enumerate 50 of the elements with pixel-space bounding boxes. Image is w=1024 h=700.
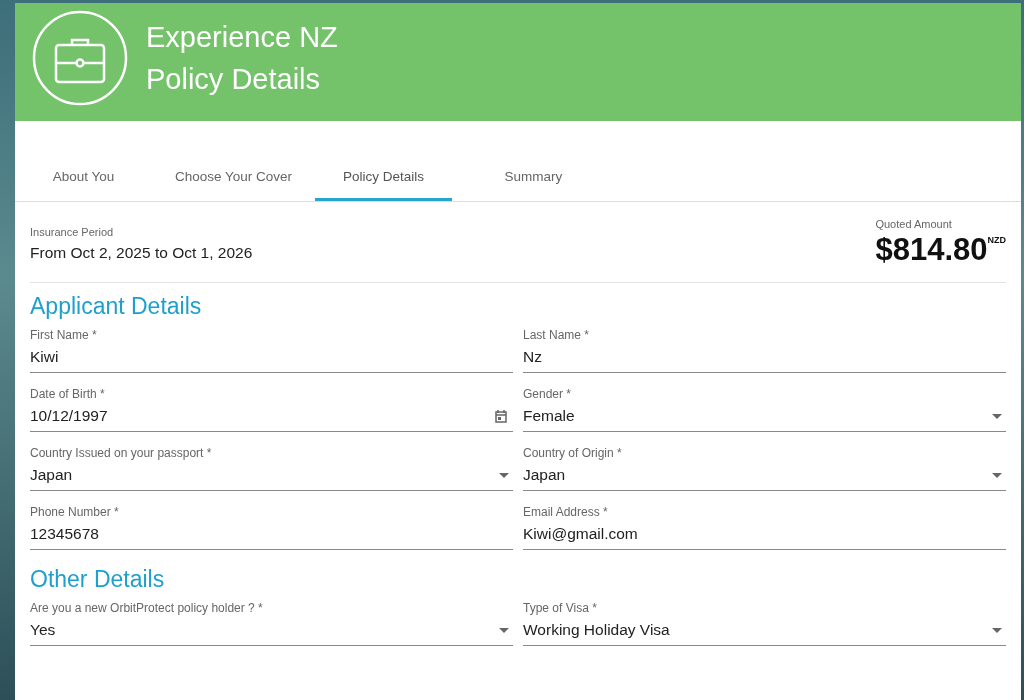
field-value: Kiwi@gmail.com (523, 525, 638, 543)
select-field[interactable]: Type of Visa * Working Holiday Visa (523, 601, 1006, 646)
briefcase-icon (32, 10, 128, 106)
section-heading: Applicant Details (30, 292, 203, 321)
field-label: Are you a new OrbitProtect policy holder ? * (30, 601, 264, 615)
field-value: Nz (523, 348, 542, 366)
field-label: Date of Birth * (30, 387, 106, 401)
field-label: Gender * (523, 387, 573, 401)
select-field[interactable]: Gender * Female (523, 387, 1006, 432)
field-label: Country Issued on your passport * (30, 446, 213, 460)
select-field[interactable]: Country of Origin * Japan (523, 446, 1006, 491)
field-label: Email Address * (523, 505, 609, 519)
date-field[interactable]: Date of Birth * 10/12/1997 (30, 387, 513, 432)
period-value: From Oct 2, 2025 to Oct 1, 2026 (30, 244, 253, 262)
currency-label: NZD (987, 235, 1006, 245)
quoted-amount: $814.80 (875, 232, 988, 268)
field-value: Working Holiday Visa (523, 621, 670, 639)
input-field[interactable]: Last Name * Nz (523, 328, 1006, 373)
field-value: 10/12/1997 (30, 407, 108, 425)
step-tab[interactable]: Policy Details (315, 155, 452, 201)
section-heading: Other Details (30, 565, 166, 594)
step-tab[interactable]: Choose Your Cover (165, 155, 302, 201)
input-field[interactable]: Phone Number * 12345678 (30, 505, 513, 550)
quote-label: Quoted Amount (875, 218, 953, 230)
page-title: Policy Details (146, 62, 322, 97)
field-label: Phone Number * (30, 505, 120, 519)
field-value: Yes (30, 621, 56, 639)
page-title: Experience NZ (146, 20, 338, 55)
field-value: Female (523, 407, 575, 425)
period-label: Insurance Period (30, 226, 115, 238)
field-value: 12345678 (30, 525, 99, 543)
select-field[interactable]: Are you a new OrbitProtect policy holder ? * Yes (30, 601, 513, 646)
field-label: First Name * (30, 328, 98, 342)
field-value: Kiwi (30, 348, 59, 366)
caret-icon (499, 472, 509, 478)
caret-icon (992, 472, 1002, 478)
calendar-icon (495, 409, 507, 423)
field-label: Country of Origin * (523, 446, 623, 460)
select-field[interactable]: Country Issued on your passport * Japan (30, 446, 513, 491)
field-label: Type of Visa * (523, 601, 598, 615)
field-value: Japan (30, 466, 73, 484)
step-tab[interactable]: Summary (465, 155, 602, 201)
step-tab[interactable]: About You (15, 155, 152, 201)
input-field[interactable]: First Name * Kiwi (30, 328, 513, 373)
caret-icon (992, 413, 1002, 419)
field-value: Japan (523, 466, 566, 484)
field-label: Last Name * (523, 328, 591, 342)
caret-icon (499, 627, 509, 633)
input-field[interactable]: Email Address * Kiwi@gmail.com (523, 505, 1006, 550)
caret-icon (992, 627, 1002, 633)
